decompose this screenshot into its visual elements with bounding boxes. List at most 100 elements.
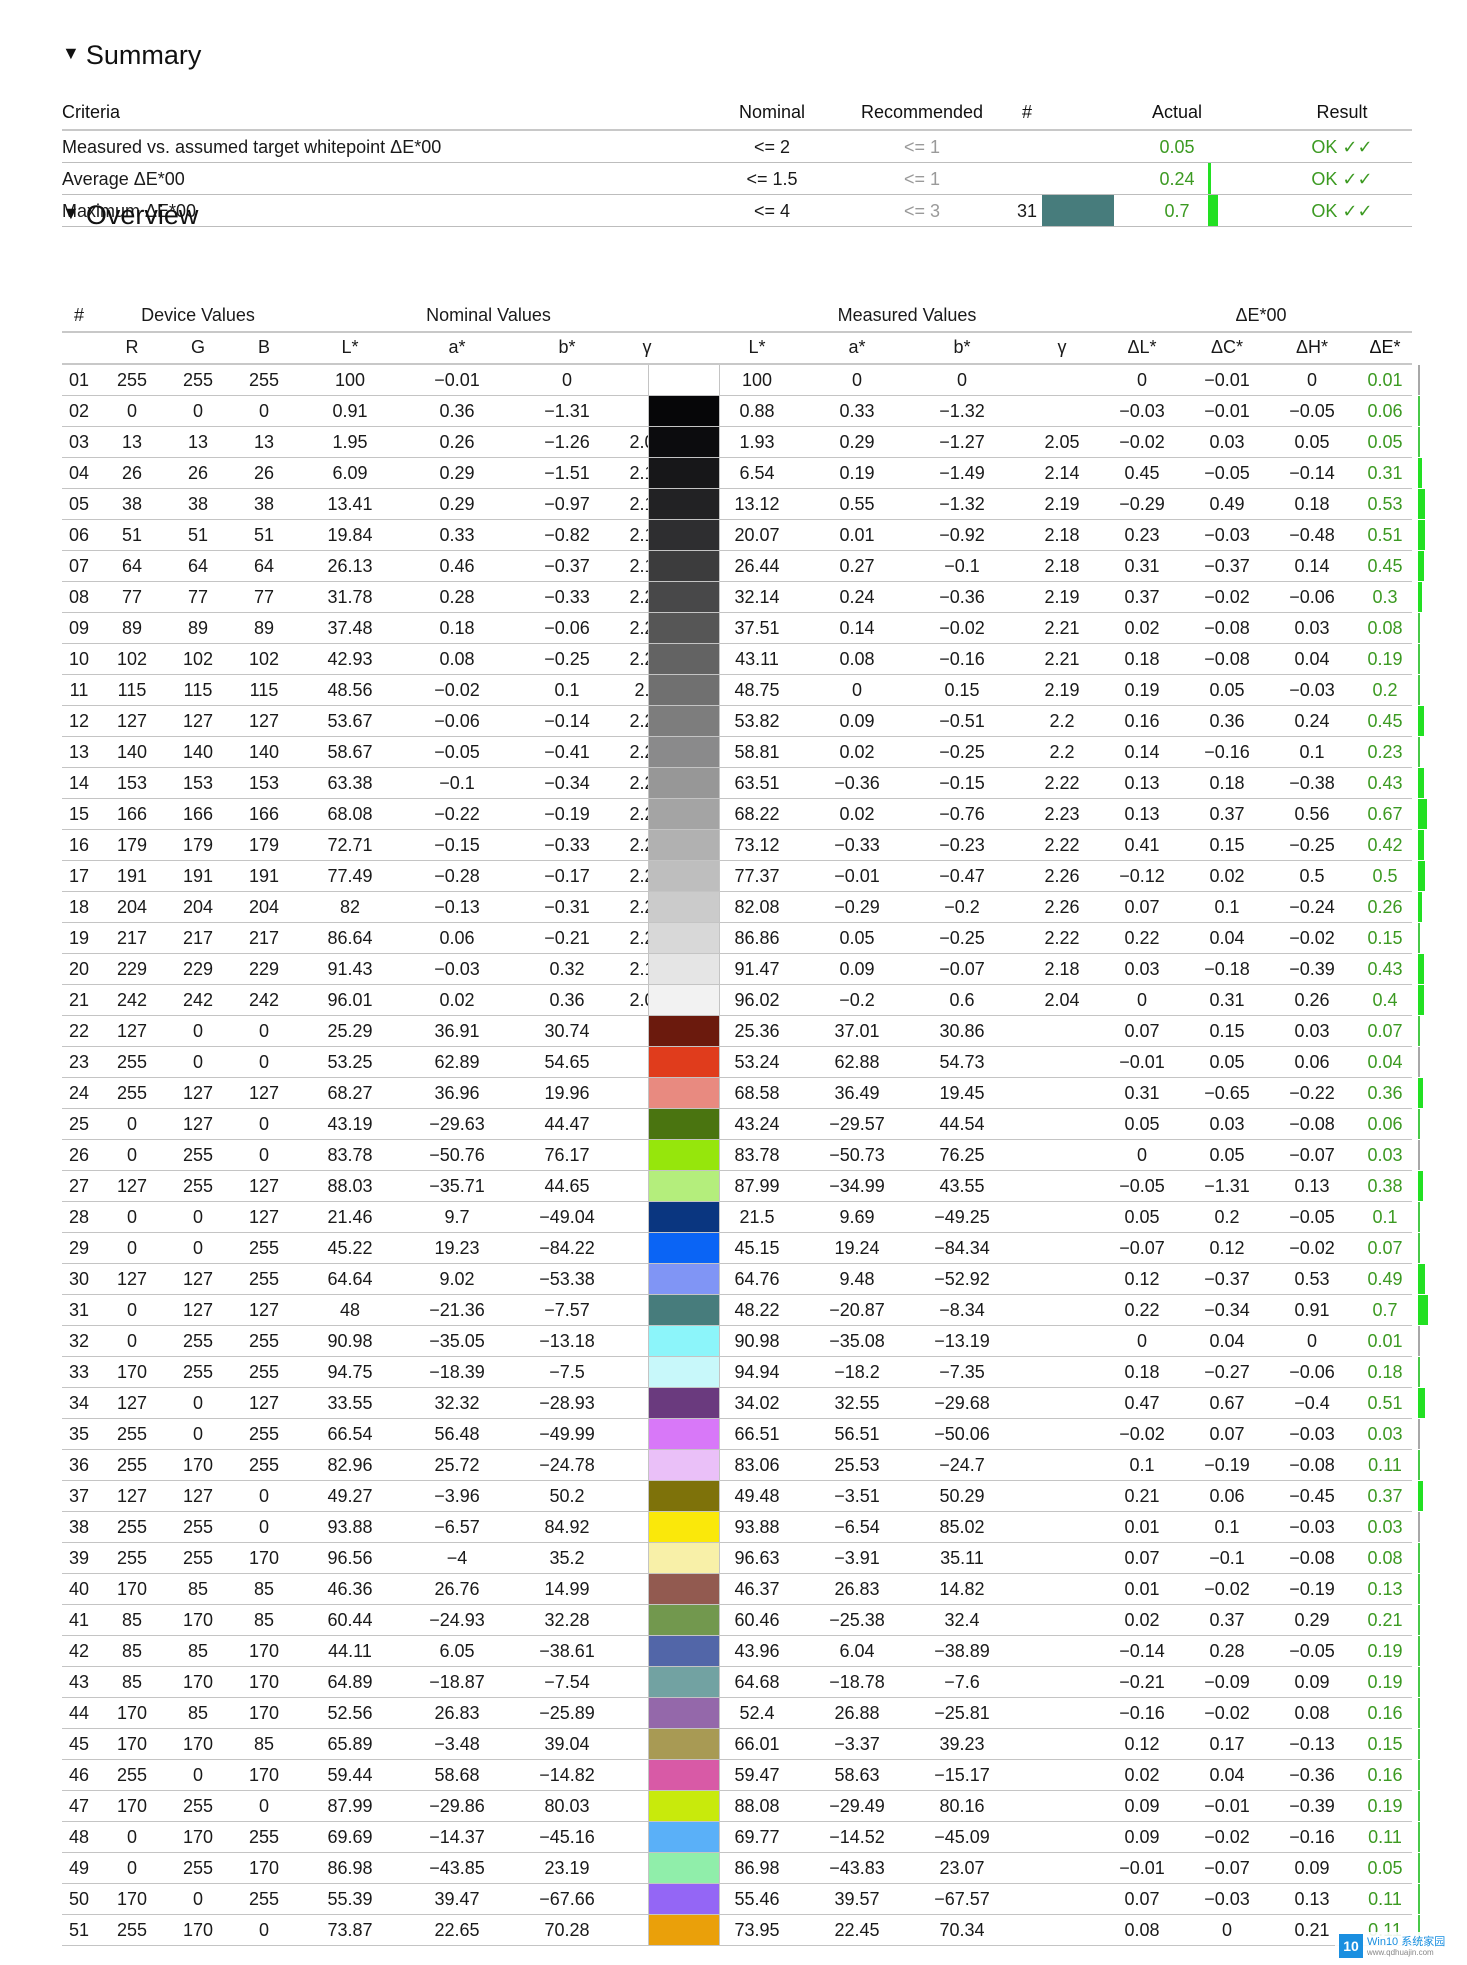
color-swatch <box>648 1047 720 1077</box>
nominal-a: 25.72 <box>434 1455 480 1475</box>
delta-l: −0.07 <box>1119 1238 1165 1258</box>
measured-b: 70.34 <box>939 1920 985 1940</box>
measured-a: −43.83 <box>829 1858 885 1878</box>
device-g: 255 <box>182 1176 214 1196</box>
color-swatch <box>648 675 720 705</box>
measured-a: −35.08 <box>829 1331 885 1351</box>
device-b: 89 <box>253 618 275 638</box>
table-row: 46 255 0 170 59.44 58.68 −14.82 59.47 58.63 −15.1… <box>62 1760 1420 1791</box>
measured-gamma: 2.04 <box>1044 990 1080 1010</box>
device-b: 51 <box>253 525 275 545</box>
nominal-b: −25.89 <box>539 1703 595 1723</box>
nominal-a: −0.22 <box>434 804 480 824</box>
device-r: 255 <box>116 1424 148 1444</box>
table-row: 47 170 255 0 87.99 −29.86 80.03 88.08 −29.49 80.1… <box>62 1791 1420 1822</box>
table-row: 10 102 102 102 42.93 0.08 −0.25 2.22 43.11 0.08 −0… <box>62 644 1420 675</box>
delta-c: 0.1 <box>1214 1517 1240 1537</box>
device-r: 0 <box>126 1300 137 1320</box>
device-g: 127 <box>182 1486 214 1506</box>
delta-l: 0 <box>1136 990 1147 1010</box>
nominal-b: −0.37 <box>544 556 590 576</box>
nominal-l: 69.69 <box>327 1827 373 1847</box>
delta-e: 0.08 <box>1367 618 1403 638</box>
patch-index: 06 <box>68 525 90 545</box>
delta-e: 0.26 <box>1367 897 1403 917</box>
measured-b: −7.35 <box>939 1362 985 1382</box>
device-g: 170 <box>182 1455 214 1475</box>
measured-l: 86.86 <box>734 928 780 948</box>
color-swatch <box>648 458 720 488</box>
nominal-a: 62.89 <box>434 1052 480 1072</box>
nominal-b: −0.31 <box>544 897 590 917</box>
device-g: 170 <box>182 1610 214 1630</box>
measured-gamma: 2.05 <box>1044 432 1080 452</box>
device-r: 115 <box>117 680 147 700</box>
device-g: 26 <box>187 463 209 483</box>
nominal-a: 0.26 <box>439 432 475 452</box>
nominal-l: 46.36 <box>327 1579 373 1599</box>
color-swatch <box>648 365 720 395</box>
device-b: 255 <box>248 1424 280 1444</box>
patch-index: 36 <box>68 1455 90 1475</box>
summary-section-toggle[interactable]: ▼ Summary <box>62 40 201 71</box>
measured-a: 36.49 <box>834 1083 880 1103</box>
overview-section-toggle[interactable]: ▼ Overview <box>62 200 198 231</box>
result-value: OK ✓✓ <box>1311 201 1373 221</box>
delta-h: 0.13 <box>1294 1889 1330 1909</box>
delta-e: 0.13 <box>1367 1579 1403 1599</box>
delta-h: 0.09 <box>1294 1858 1330 1878</box>
delta-l: 0.13 <box>1124 804 1160 824</box>
device-g: 170 <box>182 1827 214 1847</box>
nominal-b: 32.28 <box>544 1610 590 1630</box>
nominal-a: 32.32 <box>434 1393 480 1413</box>
device-g: 127 <box>182 1269 214 1289</box>
device-g: 0 <box>192 1765 203 1785</box>
measured-l: 13.12 <box>734 494 780 514</box>
measured-l: 21.5 <box>739 1207 775 1227</box>
measured-a: 0.29 <box>839 432 875 452</box>
header-recommended: Recommended <box>860 102 984 122</box>
delta-c: −0.18 <box>1204 959 1250 979</box>
device-g: 166 <box>182 804 214 824</box>
delta-l: 0.02 <box>1124 1765 1160 1785</box>
device-b: 127 <box>248 1300 280 1320</box>
measured-a: −14.52 <box>829 1827 885 1847</box>
measured-b: −8.34 <box>939 1300 985 1320</box>
color-swatch <box>648 1853 720 1883</box>
measured-b: 14.82 <box>939 1579 985 1599</box>
patch-index: 22 <box>68 1021 90 1041</box>
delta-e: 0.07 <box>1367 1238 1403 1258</box>
measured-a: −6.54 <box>834 1517 880 1537</box>
table-row: 28 0 0 127 21.46 9.7 −49.04 21.5 9.69 −49.25 0.05 0… <box>62 1202 1420 1233</box>
device-g: 179 <box>182 835 214 855</box>
delta-e: 0.51 <box>1367 1393 1403 1413</box>
color-swatch <box>648 427 720 457</box>
measured-l: 48.22 <box>734 1300 780 1320</box>
measured-a: −0.33 <box>834 835 880 855</box>
measured-a: 62.88 <box>834 1052 880 1072</box>
nominal-l: 96.56 <box>327 1548 373 1568</box>
col-measured-gamma: γ <box>1057 337 1067 357</box>
nominal-l: 90.98 <box>327 1331 373 1351</box>
measured-gamma: 2.23 <box>1044 804 1080 824</box>
measured-l: 90.98 <box>734 1331 780 1351</box>
table-row: 38 255 255 0 93.88 −6.57 84.92 93.88 −6.54 85.02 0… <box>62 1512 1420 1543</box>
patch-index: 43 <box>68 1672 90 1692</box>
measured-b: −0.07 <box>939 959 985 979</box>
measured-l: 66.01 <box>734 1734 780 1754</box>
device-r: 153 <box>116 773 148 793</box>
delta-h: 0.18 <box>1294 494 1330 514</box>
delta-c: 0.15 <box>1209 1021 1245 1041</box>
table-row: 02 0 0 0 0.91 0.36 −1.31 0.88 0.33 −1.32 −0.03 −0.0… <box>62 396 1420 427</box>
table-row: 22 127 0 0 25.29 36.91 30.74 25.36 37.01 30.86 0.0… <box>62 1016 1420 1047</box>
table-row: 17 191 191 191 77.49 −0.28 −0.17 2.25 77.37 −0.01… <box>62 861 1425 892</box>
table-row: 44 170 85 170 52.56 26.83 −25.89 52.4 26.88 −25.8… <box>62 1698 1420 1729</box>
nominal-l: 33.55 <box>327 1393 373 1413</box>
summary-header-row: Criteria Nominal Recommended # Actual Re… <box>62 97 1412 131</box>
delta-c: −0.02 <box>1204 1827 1250 1847</box>
measured-a: 26.83 <box>834 1579 880 1599</box>
delta-e: 0.21 <box>1367 1610 1403 1630</box>
table-row: 26 0 255 0 83.78 −50.76 76.17 83.78 −50.73 76.25 0… <box>62 1140 1420 1171</box>
measured-l: 96.63 <box>734 1548 780 1568</box>
device-g: 0 <box>192 1889 203 1909</box>
